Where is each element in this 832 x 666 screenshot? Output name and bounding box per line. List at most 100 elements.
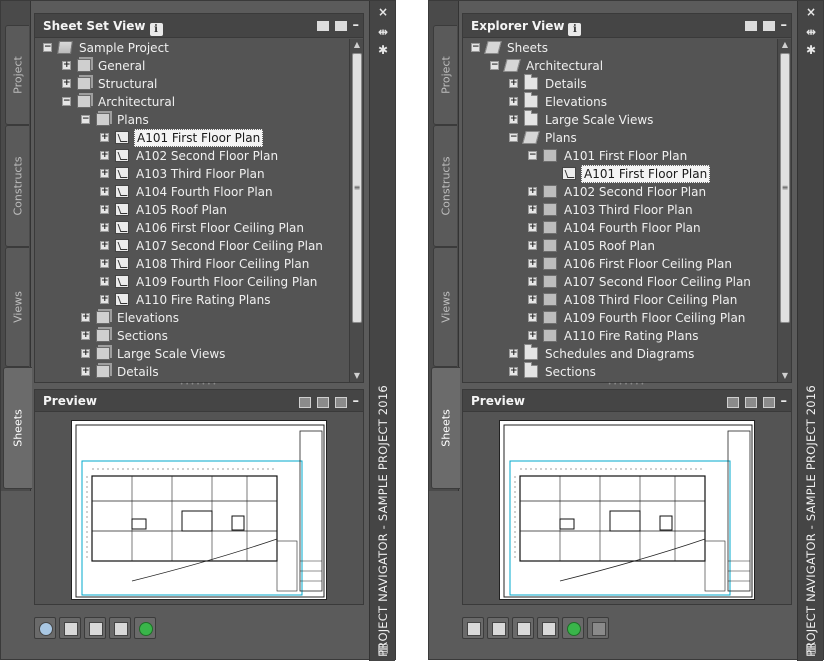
properties-icon[interactable]: ✱ [376, 43, 390, 57]
expand-icon[interactable]: + [528, 295, 537, 304]
expand-icon[interactable]: + [81, 349, 90, 358]
minimize-icon[interactable]: – [781, 395, 788, 408]
tree-item[interactable]: + Elevations [35, 309, 349, 327]
expand-icon[interactable]: + [100, 133, 109, 142]
sheet-list-button[interactable] [109, 617, 131, 639]
autohide-icon[interactable]: ⇹ [376, 25, 390, 39]
panel-splitter[interactable]: • • • • • • • [429, 382, 823, 388]
panel-splitter[interactable]: • • • • • • • [1, 382, 395, 388]
tab-constructs[interactable]: Constructs [433, 125, 457, 247]
new-sheet-button[interactable] [59, 617, 81, 639]
tree-item[interactable]: + General [35, 57, 349, 75]
tab-views[interactable]: Views [433, 247, 457, 367]
select-button[interactable] [512, 617, 534, 639]
new-sheet-button[interactable] [462, 617, 484, 639]
scroll-down-arrow-icon[interactable]: ▼ [781, 371, 789, 381]
expand-icon[interactable]: + [100, 187, 109, 196]
expand-icon[interactable]: + [528, 187, 537, 196]
palette-menu-icon[interactable]: ▤ [376, 641, 390, 655]
scroll-thumb[interactable]: ≡ [352, 53, 362, 323]
preview-zoom-icon[interactable] [298, 396, 311, 408]
preview-layout-icon[interactable] [316, 396, 329, 408]
tab-constructs[interactable]: Constructs [5, 125, 29, 247]
sheet-list-button[interactable] [537, 617, 559, 639]
tree-item[interactable]: + Schedules and Diagrams [463, 344, 777, 363]
tree-item[interactable]: + Structural [35, 75, 349, 93]
expand-icon[interactable]: + [81, 313, 90, 322]
collapse-icon[interactable]: − [509, 133, 518, 142]
preview-zoom-icon[interactable] [726, 396, 739, 408]
tree-item[interactable]: + A110 Fire Rating Plans [35, 291, 349, 309]
tree-item[interactable]: + A106 First Floor Ceiling Plan [35, 219, 349, 237]
tree-item[interactable]: + Large Scale Views [35, 345, 349, 363]
expand-icon[interactable]: + [100, 223, 109, 232]
expand-icon[interactable]: + [100, 169, 109, 178]
expand-icon[interactable]: + [509, 79, 518, 88]
tree-item[interactable]: + Details [463, 74, 777, 93]
tree-item[interactable]: + A105 Roof Plan [463, 237, 777, 255]
refresh-button[interactable] [562, 617, 584, 639]
tree-item[interactable]: + Large Scale Views [463, 110, 777, 129]
close-icon[interactable]: × [804, 5, 818, 19]
sheet-set-tools-icon[interactable] [744, 21, 757, 31]
tree-item[interactable]: A101 First Floor Plan [463, 165, 777, 183]
minimize-icon[interactable]: – [353, 395, 360, 408]
tree-item[interactable]: − A101 First Floor Plan [463, 147, 777, 165]
sheet-set-tools-icon[interactable] [316, 21, 329, 31]
expand-icon[interactable]: + [528, 277, 537, 286]
tab-project[interactable]: Project [433, 25, 457, 125]
expand-icon[interactable]: + [528, 241, 537, 250]
view-options-icon[interactable] [334, 21, 347, 31]
expand-icon[interactable]: + [62, 61, 71, 70]
expand-icon[interactable]: + [100, 277, 109, 286]
view-options-icon[interactable] [762, 21, 775, 31]
expand-icon[interactable]: + [81, 331, 90, 340]
expand-icon[interactable]: + [528, 259, 537, 268]
expand-icon[interactable]: + [100, 259, 109, 268]
properties-icon[interactable]: ✱ [804, 43, 818, 57]
tree-item[interactable]: − Sample Project [35, 39, 349, 57]
tree-item[interactable]: + A106 First Floor Ceiling Plan [463, 255, 777, 273]
tree-item[interactable]: + A105 Roof Plan [35, 201, 349, 219]
collapse-icon[interactable]: − [81, 115, 90, 124]
tree-item[interactable]: + A104 Fourth Floor Plan [35, 183, 349, 201]
minimize-icon[interactable]: – [353, 19, 360, 32]
palette-menu-icon[interactable]: ▤ [804, 641, 818, 655]
collapse-icon[interactable]: − [62, 97, 71, 106]
minimize-icon[interactable]: – [781, 19, 788, 32]
tree-item[interactable]: + A108 Third Floor Ceiling Plan [35, 255, 349, 273]
preview-layout-icon[interactable] [744, 396, 757, 408]
tree-scrollbar[interactable]: ▲ ≡ ▼ [349, 39, 363, 382]
tree-item[interactable]: + A103 Third Floor Plan [35, 165, 349, 183]
options-button[interactable] [587, 617, 609, 639]
tree-item[interactable]: + A103 Third Floor Plan [463, 201, 777, 219]
tree-item[interactable]: + Details [35, 363, 349, 381]
tree-item[interactable]: − Architectural [463, 57, 777, 75]
tab-project[interactable]: Project [5, 25, 29, 125]
autohide-icon[interactable]: ⇹ [804, 25, 818, 39]
collapse-icon[interactable]: − [43, 43, 52, 52]
tree-item[interactable]: + Sections [35, 327, 349, 345]
expand-icon[interactable]: + [100, 205, 109, 214]
close-icon[interactable]: × [376, 5, 390, 19]
tree-item[interactable]: + A110 Fire Rating Plans [463, 327, 777, 345]
expand-icon[interactable]: + [509, 349, 518, 358]
tree-item[interactable]: + A109 Fourth Floor Ceiling Plan [463, 309, 777, 327]
preview-refresh-icon[interactable] [334, 396, 347, 408]
refresh-button[interactable] [134, 617, 156, 639]
tab-views[interactable]: Views [5, 247, 29, 367]
expand-icon[interactable]: + [81, 367, 90, 376]
scroll-thumb[interactable]: ≡ [780, 53, 790, 323]
tree-scrollbar[interactable]: ▲ ≡ ▼ [777, 39, 791, 382]
tree-item[interactable]: + A101 First Floor Plan [35, 129, 349, 147]
tree-item[interactable]: + Elevations [463, 92, 777, 111]
expand-icon[interactable]: + [509, 97, 518, 106]
tree-item[interactable]: + A104 Fourth Floor Plan [463, 219, 777, 237]
tree-item[interactable]: − Plans [463, 129, 777, 147]
tree-item[interactable]: + A107 Second Floor Ceiling Plan [35, 237, 349, 255]
expand-icon[interactable]: + [528, 331, 537, 340]
select-button[interactable] [84, 617, 106, 639]
expand-icon[interactable]: + [100, 295, 109, 304]
expand-icon[interactable]: + [528, 223, 537, 232]
collapse-icon[interactable]: − [490, 61, 499, 70]
